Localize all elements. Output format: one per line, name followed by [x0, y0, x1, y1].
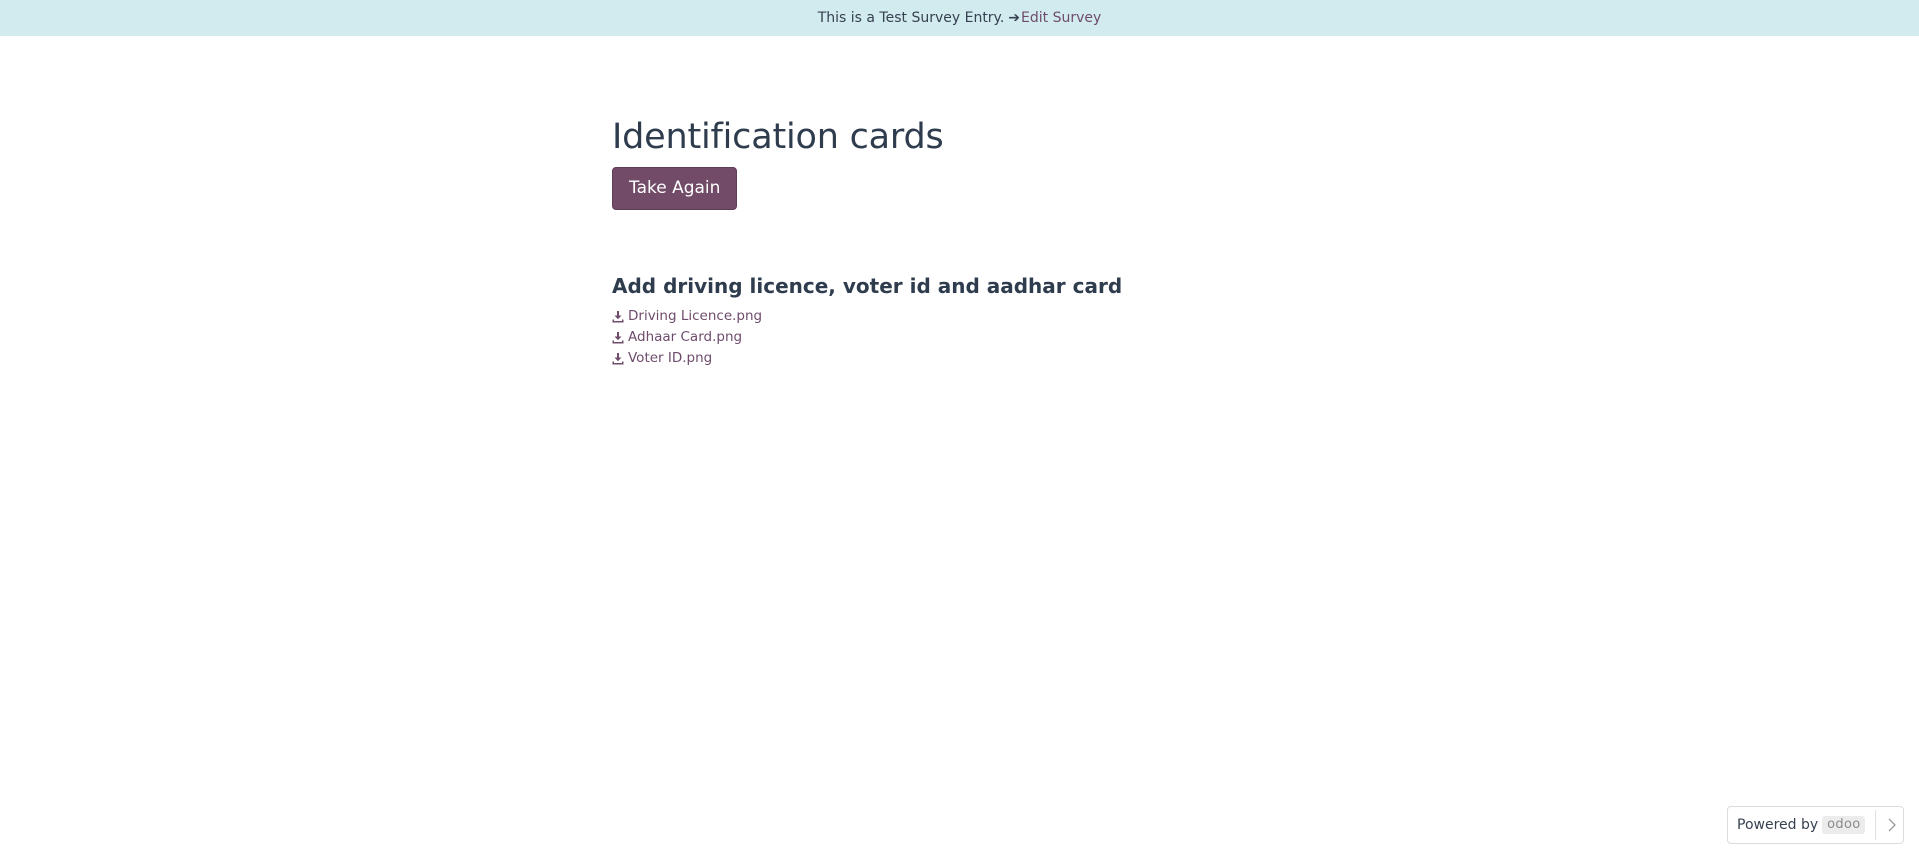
take-again-button[interactable]: Take Again	[612, 167, 738, 210]
banner-text: This is a Test Survey Entry.	[817, 10, 1005, 26]
powered-by-label: Powered by	[1737, 817, 1819, 833]
page-title: Identification cards	[612, 117, 944, 157]
question-title: Add driving licence, voter id and aadhar…	[612, 274, 1123, 298]
list-item: Adhaar Card.png	[612, 327, 1412, 348]
file-download-link[interactable]: Driving Licence.png	[612, 306, 762, 327]
survey-content: Identification cards Take Again Add driv…	[612, 116, 1412, 369]
divider	[1875, 810, 1877, 840]
list-item: Driving Licence.png	[612, 306, 1412, 327]
download-icon	[612, 331, 624, 343]
odoo-logo: odoo	[1822, 816, 1866, 834]
chevron-right-icon[interactable]	[1886, 818, 1898, 832]
file-download-link[interactable]: Voter ID.png	[612, 348, 712, 369]
download-icon	[612, 310, 624, 322]
list-item: Voter ID.png	[612, 348, 1412, 369]
test-survey-banner: This is a Test Survey Entry. ➔ Edit Surv…	[0, 0, 1919, 36]
download-icon	[612, 352, 624, 364]
file-name: Voter ID.png	[628, 350, 713, 366]
file-name: Adhaar Card.png	[628, 329, 743, 345]
file-download-link[interactable]: Adhaar Card.png	[612, 327, 742, 348]
file-name: Driving Licence.png	[628, 308, 763, 324]
powered-by-badge[interactable]: Powered by odoo	[1727, 806, 1904, 844]
arrow-right-icon: ➔	[1008, 10, 1021, 26]
file-list: Driving Licence.png Adhaar Card.png Vote…	[612, 306, 1412, 369]
edit-survey-link[interactable]: Edit Survey	[1021, 10, 1101, 26]
